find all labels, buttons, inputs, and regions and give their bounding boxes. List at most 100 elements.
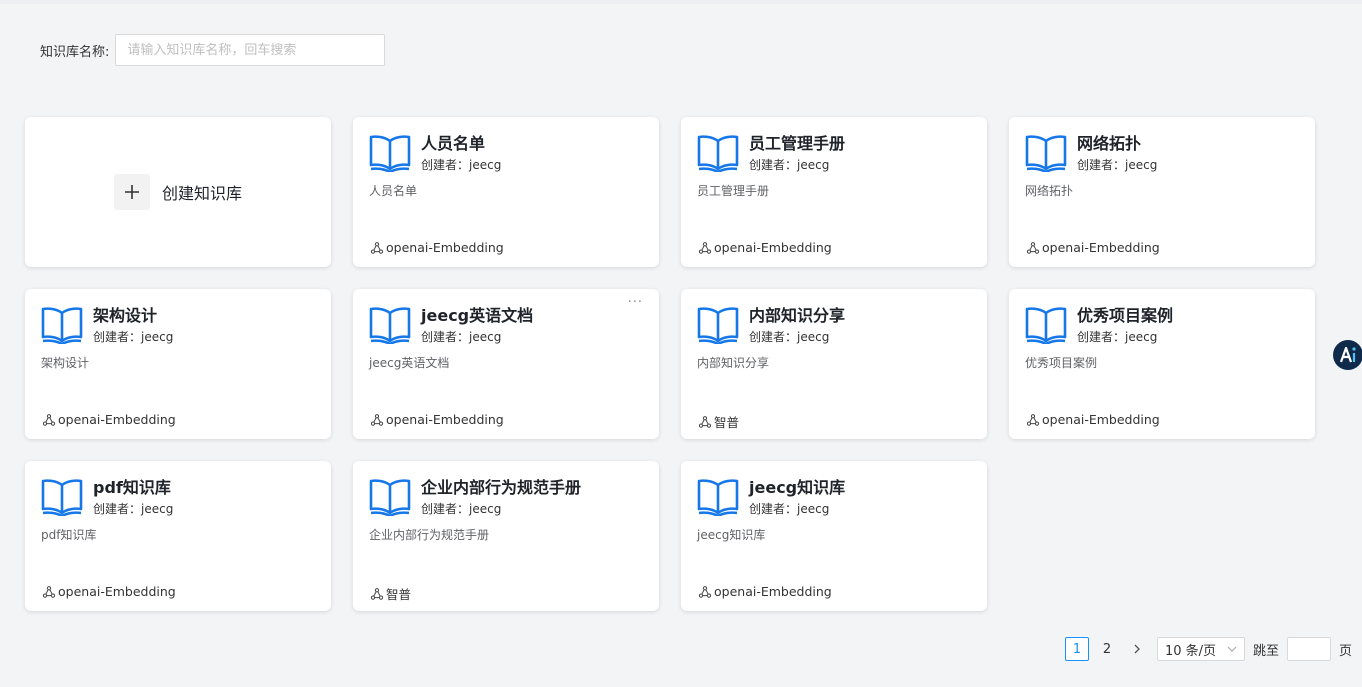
card-title: 优秀项目案例 — [1077, 306, 1174, 325]
card-creator: 创建者：jeecg — [421, 502, 502, 516]
page-2-button[interactable]: 2 — [1095, 637, 1119, 661]
book-open-icon — [369, 134, 411, 174]
next-page-button[interactable] — [1125, 637, 1149, 661]
card-creator: 创建者：jeecg — [1077, 330, 1158, 344]
book-open-icon — [41, 306, 83, 346]
book-open-icon — [369, 478, 411, 518]
book-open-icon — [369, 306, 411, 346]
card-model-label: openai-Embedding — [58, 412, 176, 427]
book-open-icon — [41, 478, 83, 518]
card-model: openai-Embedding — [1026, 412, 1160, 427]
knowledge-base-card[interactable]: 企业内部行为规范手册 创建者：jeecg 企业内部行为规范手册 智普 — [353, 461, 659, 611]
card-model-label: openai-Embedding — [386, 240, 504, 255]
network-nodes-icon — [1026, 413, 1040, 426]
card-model-label: openai-Embedding — [1042, 412, 1160, 427]
card-title: 内部知识分享 — [749, 306, 846, 325]
card-description: 网络拓扑 — [1025, 184, 1074, 198]
chevron-right-icon — [1134, 644, 1140, 654]
card-title: 人员名单 — [421, 134, 486, 153]
book-open-icon — [697, 134, 739, 174]
card-creator: 创建者：jeecg — [1077, 158, 1158, 172]
book-open-icon — [697, 306, 739, 346]
card-model-label: 智普 — [714, 415, 740, 430]
ai-assistant-icon — [1339, 346, 1356, 363]
knowledge-base-card[interactable]: 内部知识分享 创建者：jeecg 内部知识分享 智普 — [681, 289, 987, 439]
book-open-icon — [697, 478, 739, 518]
card-model: openai-Embedding — [1026, 240, 1160, 255]
card-description: 架构设计 — [41, 356, 90, 370]
card-creator: 创建者：jeecg — [749, 158, 830, 172]
card-title: 网络拓扑 — [1077, 134, 1142, 153]
knowledge-base-card[interactable]: 员工管理手册 创建者：jeecg 员工管理手册 openai-Embedding — [681, 117, 987, 267]
card-model-label: openai-Embedding — [714, 240, 832, 255]
card-model-label: openai-Embedding — [714, 584, 832, 599]
create-knowledge-base-card[interactable]: 创建知识库 — [25, 117, 331, 267]
card-title: 架构设计 — [93, 306, 158, 325]
card-model: openai-Embedding — [698, 240, 832, 255]
page-1-button[interactable]: 1 — [1065, 637, 1089, 661]
jump-label: 跳至 — [1253, 643, 1280, 659]
card-model-label: openai-Embedding — [58, 584, 176, 599]
card-model-label: openai-Embedding — [386, 412, 504, 427]
knowledge-base-card[interactable]: 网络拓扑 创建者：jeecg 网络拓扑 openai-Embedding — [1009, 117, 1315, 267]
network-nodes-icon — [42, 413, 56, 426]
card-creator: 创建者：jeecg — [421, 330, 502, 344]
card-description: jeecg知识库 — [697, 528, 766, 542]
card-model: 智普 — [698, 412, 740, 431]
knowledge-base-card[interactable]: pdf知识库 创建者：jeecg pdf知识库 openai-Embedding — [25, 461, 331, 611]
card-model: openai-Embedding — [370, 240, 504, 255]
card-description: 内部知识分享 — [697, 356, 770, 370]
card-creator: 创建者：jeecg — [749, 502, 830, 516]
jump-page-input[interactable] — [1287, 637, 1332, 661]
card-creator: 创建者：jeecg — [421, 158, 502, 172]
card-creator: 创建者：jeecg — [93, 330, 174, 344]
more-options-icon[interactable]: ··· — [628, 296, 643, 309]
network-nodes-icon — [698, 415, 712, 428]
card-model-label: openai-Embedding — [1042, 240, 1160, 255]
network-nodes-icon — [698, 241, 712, 254]
card-model: openai-Embedding — [42, 584, 176, 599]
card-title: jeecg英语文档 — [421, 306, 534, 325]
plus-icon — [113, 174, 150, 210]
knowledge-base-card[interactable]: 人员名单 创建者：jeecg 人员名单 openai-Embedding — [353, 117, 659, 267]
card-description: 人员名单 — [369, 184, 418, 198]
network-nodes-icon — [42, 585, 56, 598]
card-title: 员工管理手册 — [749, 134, 846, 153]
create-knowledge-base-label: 创建知识库 — [161, 184, 242, 203]
chevron-down-icon — [1227, 646, 1237, 652]
page-suffix-label: 页 — [1339, 643, 1353, 659]
card-description: 企业内部行为规范手册 — [369, 528, 490, 542]
network-nodes-icon — [370, 587, 384, 600]
network-nodes-icon — [698, 585, 712, 598]
network-nodes-icon — [370, 413, 384, 426]
card-model: openai-Embedding — [698, 584, 832, 599]
card-description: 优秀项目案例 — [1025, 356, 1098, 370]
card-description: pdf知识库 — [41, 528, 97, 542]
book-open-icon — [1025, 306, 1067, 346]
book-open-icon — [1025, 134, 1067, 174]
knowledge-base-card[interactable]: 优秀项目案例 创建者：jeecg 优秀项目案例 openai-Embedding — [1009, 289, 1315, 439]
card-creator: 创建者：jeecg — [93, 502, 174, 516]
card-creator: 创建者：jeecg — [749, 330, 830, 344]
knowledge-base-grid: 创建知识库 人员名单 创建者：jeecg 人员名单 openai-Embedding 员… — [25, 117, 1315, 611]
card-description: jeecg英语文档 — [369, 356, 450, 370]
knowledge-base-card[interactable]: jeecg知识库 创建者：jeecg jeecg知识库 openai-Embeddin… — [681, 461, 987, 611]
card-title: pdf知识库 — [93, 478, 171, 497]
ai-assistant-button[interactable] — [1333, 340, 1362, 370]
card-model: openai-Embedding — [370, 412, 504, 427]
search-label: 知识库名称: — [40, 44, 110, 60]
card-model: openai-Embedding — [42, 412, 176, 427]
card-title: jeecg知识库 — [749, 478, 846, 497]
card-description: 员工管理手册 — [697, 184, 770, 198]
card-model: 智普 — [370, 584, 412, 603]
pagination: 1 2 10 条/页 跳至 页 — [1065, 637, 1352, 661]
knowledge-base-card[interactable]: jeecg英语文档 创建者：jeecg jeecg英语文档 openai-Embedd… — [353, 289, 659, 439]
page-size-value: 10 条/页 — [1165, 643, 1217, 659]
card-title: 企业内部行为规范手册 — [421, 478, 582, 497]
search-row: 知识库名称: — [40, 34, 386, 66]
card-model-label: 智普 — [386, 587, 412, 602]
search-input[interactable] — [115, 34, 386, 66]
page-size-select[interactable]: 10 条/页 — [1157, 637, 1245, 661]
knowledge-base-card[interactable]: 架构设计 创建者：jeecg 架构设计 openai-Embedding — [25, 289, 331, 439]
top-bar — [0, 0, 1362, 4]
